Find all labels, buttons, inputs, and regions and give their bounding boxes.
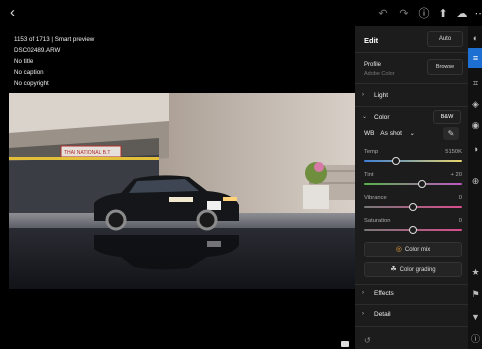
chevron-right-icon: › <box>362 290 364 296</box>
crop-icon[interactable]: ⌗ <box>470 78 481 89</box>
wb-label: WB <box>364 130 375 137</box>
more-icon[interactable]: ⋯ <box>474 8 482 20</box>
right-toolbar: ◐ ≡ ⌗ ◈ ◉ ◑ ⊕ ★ ⚑ ▼ ⓘ <box>468 26 482 349</box>
chevron-right-icon: › <box>362 311 364 317</box>
bw-button[interactable]: B&W <box>433 110 461 124</box>
color-grading-button[interactable]: ☘ Color grading <box>364 262 462 277</box>
geometry-icon[interactable]: ⊕ <box>470 176 481 187</box>
divider <box>355 52 468 53</box>
temp-slider[interactable] <box>364 157 462 165</box>
reset-icon[interactable]: ↺ <box>364 336 371 345</box>
color-wheel-icon: ◎ <box>395 246 402 253</box>
eyedropper-icon[interactable]: ✎ <box>443 127 459 140</box>
masking-icon[interactable]: ◉ <box>470 120 481 131</box>
info-circle-icon[interactable]: ⓘ <box>470 334 481 345</box>
detail-label: Detail <box>374 311 391 318</box>
light-label: Light <box>374 92 389 99</box>
browse-button[interactable]: Browse <box>427 59 463 75</box>
brush-icon[interactable]: ◐ <box>470 33 481 44</box>
divider <box>355 326 468 327</box>
divider <box>355 83 468 84</box>
photo-copyright: No copyright <box>14 80 49 87</box>
panel-title: Edit <box>364 36 379 45</box>
photo-title: No title <box>14 58 34 65</box>
temp-value: 5150K <box>445 149 462 155</box>
tint-label: Tint <box>364 172 374 178</box>
tint-slider-knob[interactable] <box>417 180 426 188</box>
divider <box>355 106 468 107</box>
photo-image: THAI NATIONAL B.T <box>9 93 355 289</box>
back-chevron-icon[interactable]: ‹ <box>10 5 15 20</box>
sliders-icon[interactable]: ≡ <box>470 53 481 64</box>
compare-icon[interactable] <box>341 341 349 347</box>
chevron-down-icon: ⌄ <box>409 131 415 137</box>
auto-button[interactable]: Auto <box>427 31 463 47</box>
photo-info: 1153 of 1713 | Smart preview DSC02489.AR… <box>14 34 94 89</box>
wb-value: As shot <box>380 130 402 137</box>
saturation-slider[interactable] <box>364 226 462 234</box>
temp-label: Temp <box>364 149 379 155</box>
saturation-slider-knob[interactable] <box>409 226 417 234</box>
top-bar: ‹ ↶ ↷ ⓘ ⬆ ☁ ⋯ <box>0 0 482 26</box>
divider <box>355 284 468 285</box>
tint-slider[interactable] <box>364 180 462 188</box>
redo-icon[interactable]: ↷ <box>398 8 410 20</box>
profile-label: Profile <box>364 62 382 68</box>
tone-icon[interactable]: ◑ <box>470 144 481 155</box>
undo-icon[interactable]: ↶ <box>377 8 389 20</box>
healing-icon[interactable]: ◈ <box>470 99 481 110</box>
color-mix-label: Color mix <box>404 247 431 253</box>
temp-slider-knob[interactable] <box>392 157 401 165</box>
photo-count: 1153 of 1713 | Smart preview <box>14 36 95 43</box>
vibrance-value: 0 <box>458 195 462 201</box>
vibrance-slider[interactable] <box>364 203 462 211</box>
photo-viewer[interactable]: 1153 of 1713 | Smart preview DSC02489.AR… <box>0 26 355 349</box>
chevron-right-icon: › <box>362 92 364 98</box>
effects-label: Effects <box>374 290 394 297</box>
color-mix-button[interactable]: ◎ Color mix <box>364 242 462 257</box>
saturation-value: 0 <box>458 218 462 224</box>
saturation-label: Saturation <box>364 218 391 224</box>
vibrance-label: Vibrance <box>364 195 387 201</box>
file-name: DSC02489.ARW <box>14 47 61 54</box>
profile-value: Adobe Color <box>364 71 395 77</box>
vibrance-slider-knob[interactable] <box>409 203 417 211</box>
divider <box>355 304 468 305</box>
cloud-icon[interactable]: ☁ <box>456 8 468 20</box>
tint-value: + 20 <box>450 172 462 178</box>
sign-text: THAI NATIONAL B.T <box>64 150 110 156</box>
chevron-down-icon: ⌄ <box>362 114 368 120</box>
info-icon[interactable]: ⓘ <box>418 8 430 20</box>
share-icon[interactable]: ⬆ <box>437 8 449 20</box>
photo-caption: No caption <box>14 69 44 76</box>
star-icon[interactable]: ★ <box>470 267 481 278</box>
edit-panel: Edit Auto Profile Adobe Color Browse › L… <box>355 26 468 349</box>
color-grading-icon: ☘ <box>390 266 397 273</box>
color-label: Color <box>374 114 390 121</box>
flag-icon[interactable]: ⚑ <box>470 289 481 300</box>
color-grading-label: Color grading <box>399 267 436 273</box>
photo-scene: THAI NATIONAL B.T <box>9 93 355 289</box>
tag-icon[interactable]: ▼ <box>470 312 481 323</box>
white-balance-select[interactable]: WB As shot ⌄ <box>364 130 415 137</box>
